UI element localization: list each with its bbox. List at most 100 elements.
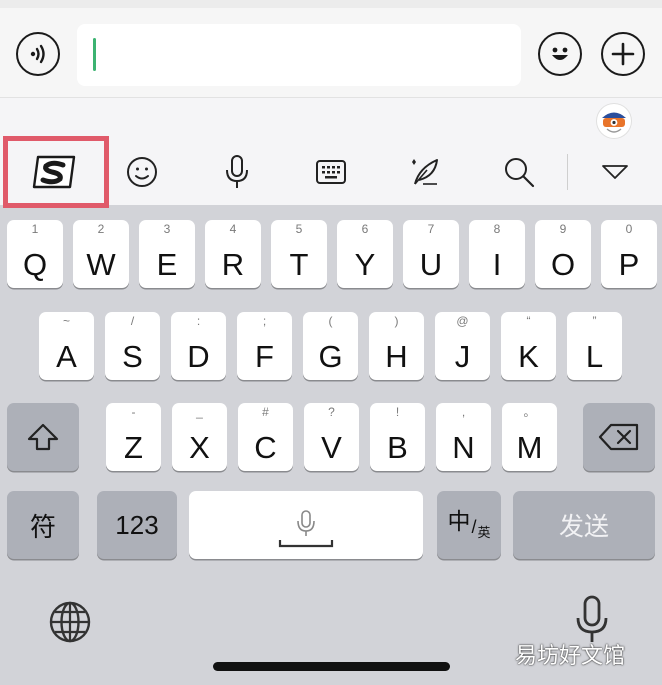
key-v[interactable]: ? V [304,403,359,471]
collapse-triangle-icon[interactable] [590,141,640,203]
key-letter: Q [22,247,48,282]
emoji-face-icon[interactable] [117,141,167,203]
key-letter: X [189,430,210,465]
key-r[interactable]: 4R [205,220,261,288]
key-hint: @ [456,314,469,328]
key-d[interactable]: :D [171,312,226,380]
key-letter: T [289,247,309,282]
key-hint: 2 [97,222,105,236]
key-x[interactable]: _ X [172,403,227,471]
microphone-icon[interactable] [212,141,262,203]
key-letter: M [516,430,543,465]
key-letter: N [452,430,475,465]
key-hint: 0 [625,222,633,236]
language-switch-key[interactable]: 中 / 英 [437,491,501,559]
symbol-key[interactable]: 符 [7,491,79,559]
key-k[interactable]: “K [501,312,556,380]
key-e[interactable]: 3E [139,220,195,288]
chat-input-bar [0,0,662,98]
search-icon[interactable] [494,141,544,203]
key-w[interactable]: 2W [73,220,129,288]
key-letter: W [86,247,116,282]
space-bar[interactable] [189,491,423,559]
key-hint: ) [394,314,399,328]
key-s[interactable]: / S [105,312,160,380]
key-hint: # [262,405,269,419]
home-indicator [213,662,450,671]
send-key-label: 发送 [558,513,609,541]
sogou-logo-highlight-box [3,136,109,208]
key-letter: H [385,339,408,374]
key-hint: - [131,405,136,419]
key-letter: D [187,339,210,374]
shift-key[interactable] [7,403,79,471]
key-letter: G [318,339,343,374]
top-strip [0,0,662,8]
key-h[interactable]: ) H [369,312,424,380]
key-o[interactable]: 9O [535,220,591,288]
key-letter: J [454,339,471,374]
key-hint: 5 [295,222,303,236]
key-letter: R [221,247,245,282]
key-hint: ; [262,314,267,328]
key-m[interactable]: 。 M [502,403,557,471]
key-letter: U [419,247,443,282]
key-letter: K [518,339,539,374]
key-letter: S [122,339,143,374]
message-input[interactable] [77,24,521,86]
key-letter: A [56,339,77,374]
key-a[interactable]: ~ A [39,312,94,380]
key-hint: / [130,314,135,328]
key-hint: ” [592,314,597,328]
key-hint: 6 [361,222,369,236]
quill-icon[interactable] [400,141,450,203]
key-hint: 。 [523,405,536,419]
key-letter: P [618,247,640,282]
key-l[interactable]: ” L [567,312,622,380]
numbers-key[interactable]: 123 [97,491,177,559]
key-p[interactable]: 0P [601,220,657,288]
key-j[interactable]: @ J [435,312,490,380]
sogou-mascot-icon[interactable] [597,104,631,138]
smiley-icon[interactable] [538,32,582,76]
key-i[interactable]: 8I [469,220,525,288]
key-n[interactable]: ,N [436,403,491,471]
numbers-key-label: 123 [115,509,159,540]
key-hint: 9 [559,222,567,236]
key-hint: 1 [31,222,39,236]
lang-sub-label: 英 [477,524,491,540]
keyboard-icon[interactable] [306,141,356,203]
key-letter: O [550,247,576,282]
backspace-icon [598,423,639,451]
key-hint: ~ [62,314,70,328]
space-microphone-icon [278,510,334,548]
key-letter: V [321,430,342,465]
key-hint: ! [395,405,400,419]
key-z[interactable]: -Z [106,403,161,471]
text-cursor [93,38,96,71]
send-key[interactable]: 发送 [513,491,655,559]
key-hint: 7 [427,222,435,236]
key-hint: _ [196,405,203,419]
key-hint: : [196,314,201,328]
key-c[interactable]: # C [238,403,293,471]
lang-main-label: 中 [447,508,471,534]
key-hint: 8 [493,222,501,236]
key-letter: E [156,247,178,282]
plus-icon[interactable] [601,32,645,76]
key-b[interactable]: ! B [370,403,425,471]
globe-icon[interactable] [46,598,94,651]
voice-wave-icon[interactable] [16,32,60,76]
key-g[interactable]: (G [303,312,358,380]
key-letter: C [254,430,277,465]
key-t[interactable]: 5T [271,220,327,288]
key-f[interactable]: ; F [237,312,292,380]
key-letter: L [585,339,604,374]
key-y[interactable]: 6Y [337,220,393,288]
key-letter: Z [124,430,143,465]
key-hint: , [461,405,466,419]
watermark: 易坊好文馆 [515,643,626,668]
key-u[interactable]: 7U [403,220,459,288]
backspace-key[interactable] [583,403,655,471]
key-q[interactable]: 1Q [7,220,63,288]
